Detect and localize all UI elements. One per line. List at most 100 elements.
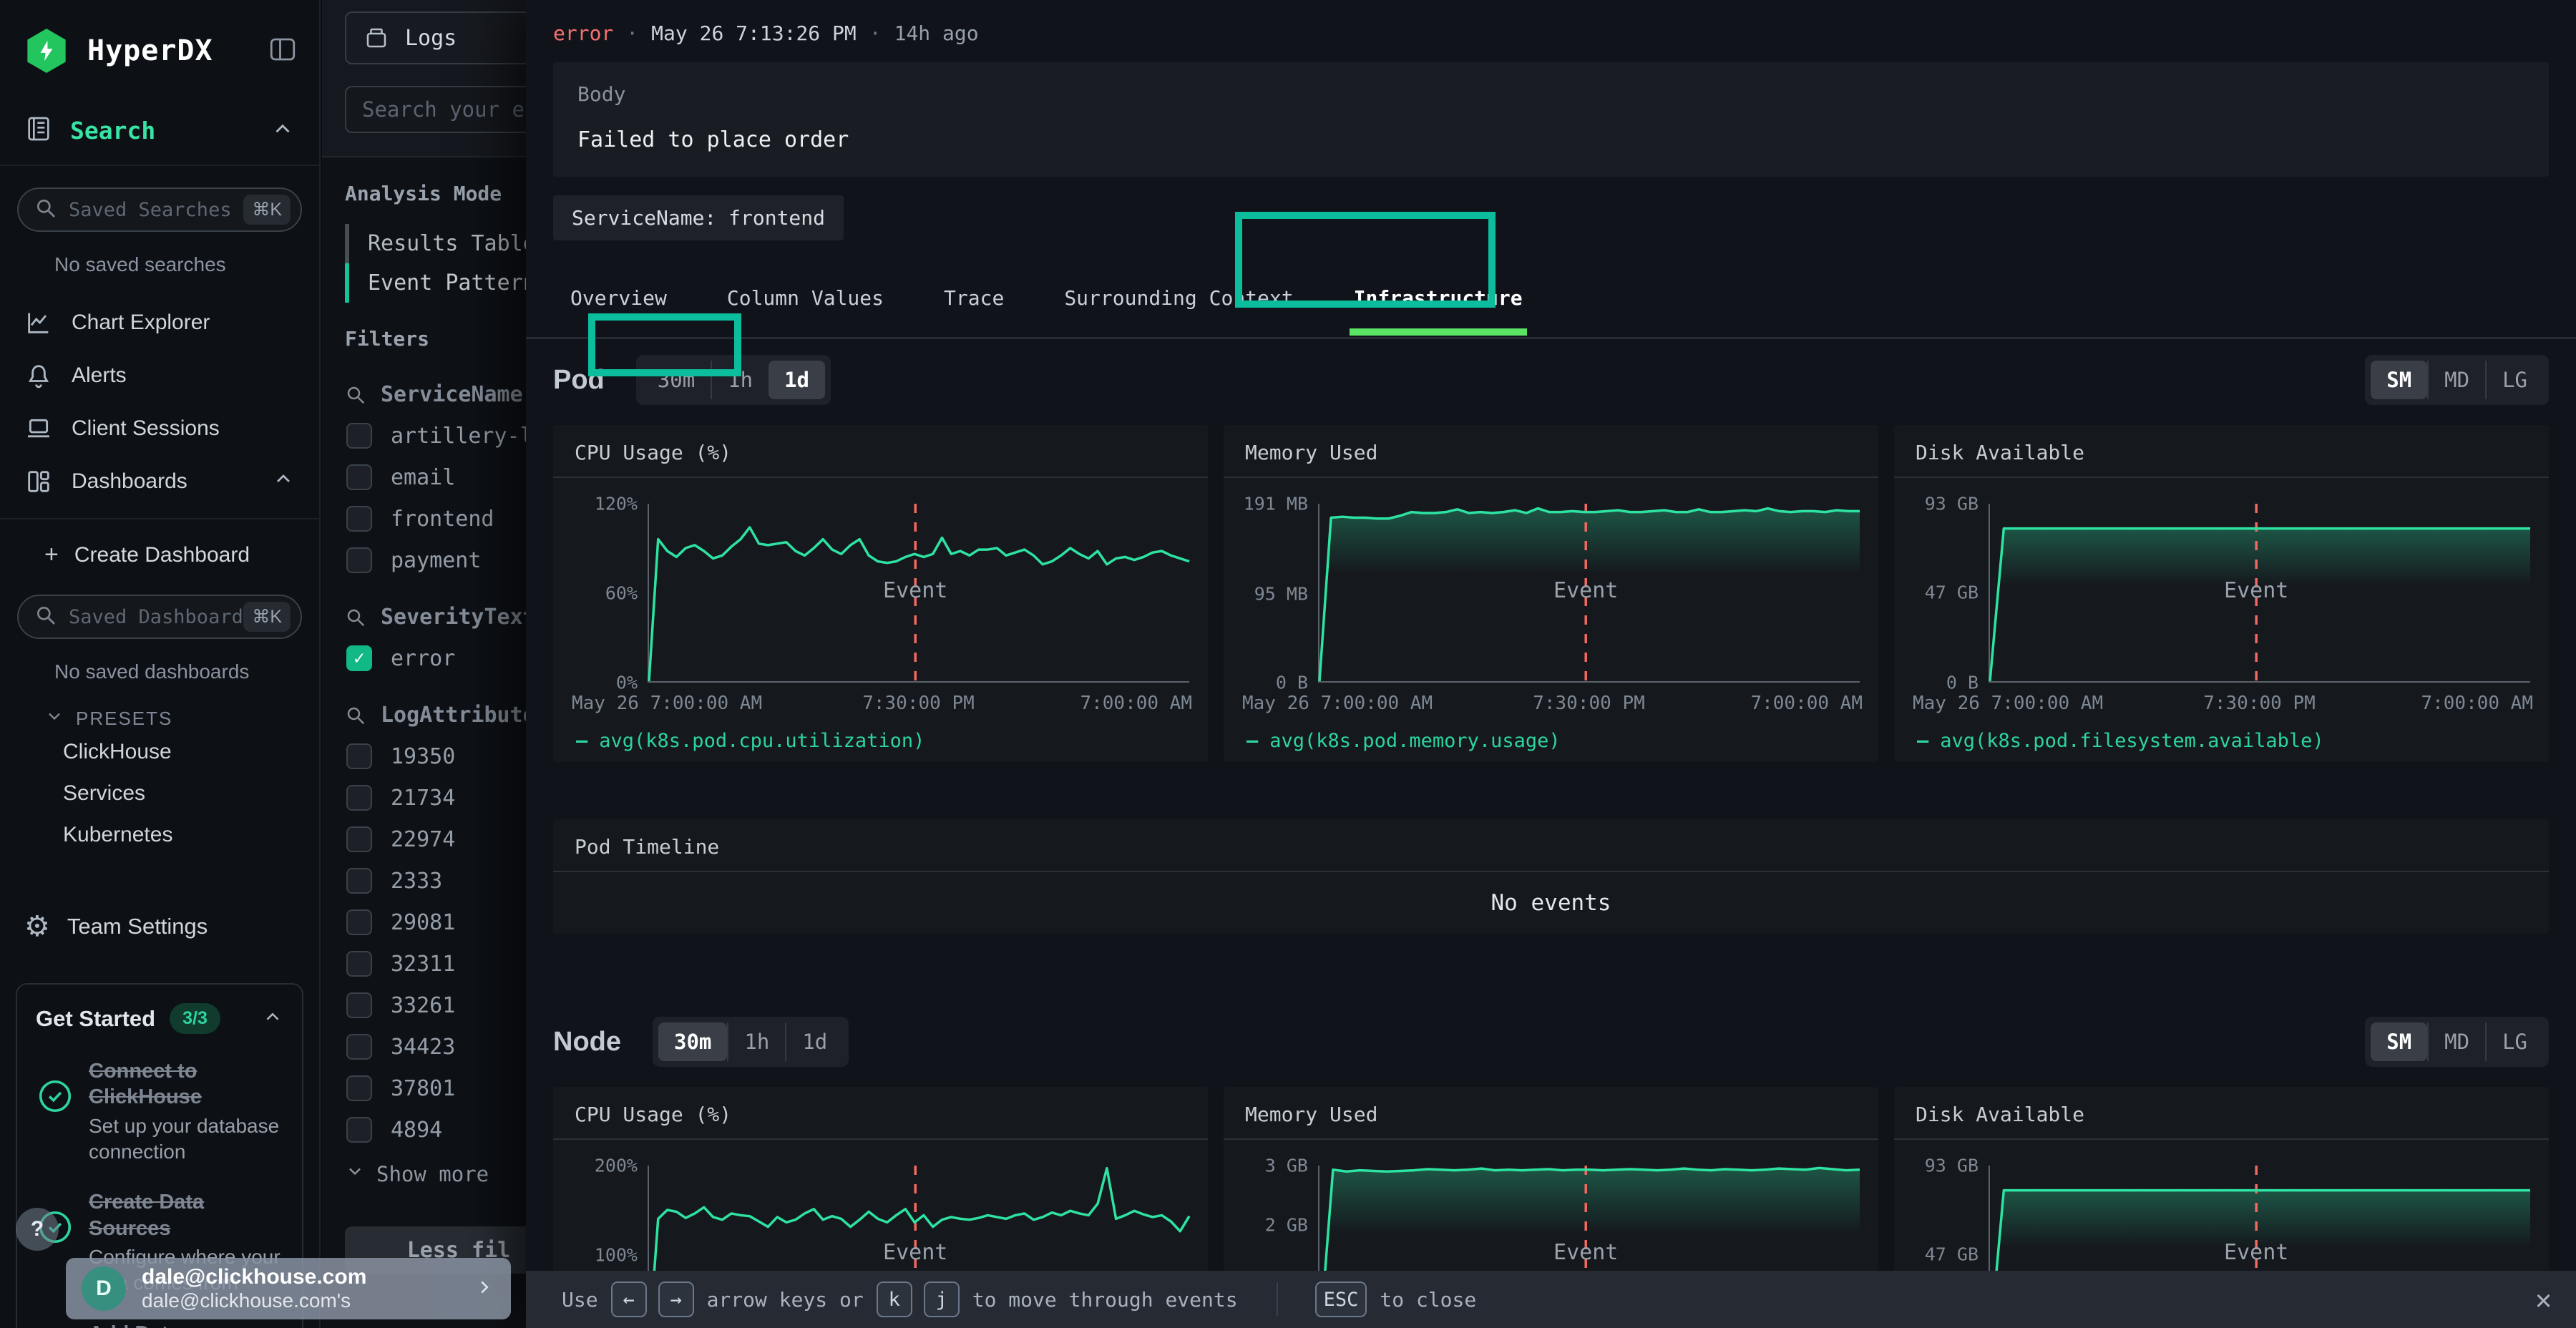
node-range-1d[interactable]: 1d	[785, 1022, 843, 1061]
pod-range-1d[interactable]: 1d	[769, 361, 825, 399]
node-size-sm[interactable]: SM	[2371, 1022, 2427, 1061]
sidebar-item-label: Alerts	[72, 363, 127, 388]
node-range-30m[interactable]: 30m	[658, 1022, 727, 1061]
checkbox-icon[interactable]	[346, 951, 372, 977]
get-started-progress-badge: 3/3	[170, 1003, 220, 1034]
sidebar-item-dashboards[interactable]: Dashboards	[0, 455, 319, 508]
sidebar-item-team-settings[interactable]: ⚙ Team Settings	[0, 856, 319, 943]
tab-overview[interactable]: Overview	[566, 265, 671, 331]
k-key: k	[877, 1281, 912, 1317]
preset-item-clickhouse[interactable]: ClickHouse	[0, 731, 319, 773]
checkbox-checked-icon[interactable]: ✓	[346, 645, 372, 671]
event-header: error · May 26 7:13:26 PM · 14h ago	[526, 0, 2576, 45]
checkbox-icon[interactable]	[346, 909, 372, 935]
pod-size-lg[interactable]: LG	[2485, 361, 2543, 399]
checkbox-icon[interactable]	[346, 785, 372, 811]
check-circle-icon	[36, 1077, 76, 1165]
tab-column-values[interactable]: Column Values	[723, 265, 888, 331]
checkbox-icon[interactable]	[346, 826, 372, 852]
chevron-up-icon[interactable]	[270, 117, 295, 144]
sidebar-item-chart-explorer[interactable]: Chart Explorer	[0, 296, 319, 349]
gear-icon: ⚙	[24, 910, 50, 943]
get-started-item[interactable]: Connect to ClickHouseSet up your databas…	[36, 1058, 283, 1165]
checkbox-icon[interactable]	[346, 743, 372, 769]
pod-range-30m[interactable]: 30m	[642, 361, 711, 399]
checkbox-icon[interactable]	[346, 506, 372, 532]
tab-surrounding-context[interactable]: Surrounding Context	[1060, 265, 1297, 331]
pod-cpu-chart-card: CPU Usage (%)120%60%0%EventMay 26 7:00:0…	[553, 425, 1208, 762]
sidebar-item-search[interactable]: Search	[0, 73, 319, 166]
presets-list: ClickHouseServicesKubernetes	[0, 731, 319, 856]
get-started-item-desc: Set up your database connection	[89, 1113, 283, 1166]
node-size-md[interactable]: MD	[2427, 1022, 2485, 1061]
cmd-k-shortcut: ⌘K	[243, 195, 291, 225]
preset-item-kubernetes[interactable]: Kubernetes	[0, 814, 319, 856]
filter-option-label: 33261	[391, 993, 455, 1018]
chart-legend: —avg(k8s.pod.filesystem.available)	[1917, 730, 2549, 752]
checkbox-icon[interactable]	[346, 1034, 372, 1060]
checkbox-icon[interactable]	[346, 1075, 372, 1101]
y-axis-tick: 100%	[595, 1245, 638, 1266]
checkbox-icon[interactable]	[346, 423, 372, 449]
arrow-left-key: ←	[611, 1281, 647, 1317]
user-team: dale@clickhouse.com's	[142, 1289, 474, 1312]
user-account-chip[interactable]: D dale@clickhouse.com dale@clickhouse.co…	[66, 1258, 511, 1319]
x-axis-tick: 7:00:00 AM	[2421, 693, 2533, 714]
create-dashboard-button[interactable]: + Create Dashboard	[0, 519, 319, 573]
node-size-lg[interactable]: LG	[2485, 1022, 2543, 1061]
get-started-header[interactable]: Get Started 3/3	[36, 1003, 283, 1034]
event-relative-time: 14h ago	[894, 21, 979, 45]
pod-range-1h[interactable]: 1h	[711, 361, 769, 399]
node-range-1h[interactable]: 1h	[727, 1022, 785, 1061]
saved-dashboards-input[interactable]: Saved Dashboards ⌘K	[17, 595, 302, 639]
checkbox-icon[interactable]	[346, 464, 372, 490]
separator-dot: ·	[626, 21, 638, 45]
show-more-label: Show more	[376, 1162, 489, 1186]
presets-toggle[interactable]: PRESETS	[0, 688, 319, 731]
hyperdx-logo-icon	[24, 29, 69, 73]
tab-trace[interactable]: Trace	[940, 265, 1008, 331]
get-started-item-text: Add DataStart sending logs, metrics, or …	[89, 1321, 283, 1328]
checkbox-icon[interactable]	[346, 868, 372, 894]
search-section-label: Search	[70, 117, 155, 145]
tab-infrastructure[interactable]: Infrastructure	[1350, 265, 1527, 331]
filter-group-name: LogAttributes	[381, 703, 549, 728]
y-axis-tick: 93 GB	[1925, 494, 1979, 514]
filter-option-label: 19350	[391, 744, 455, 769]
checkbox-icon[interactable]	[346, 1117, 372, 1143]
event-marker-label: Event	[883, 1240, 947, 1265]
chart-line-icon	[24, 308, 56, 337]
x-axis: May 26 7:00:00 AM7:30:00 PM7:00:00 AM	[648, 683, 1189, 716]
get-started-item[interactable]: Add DataStart sending logs, metrics, or …	[36, 1321, 283, 1328]
filter-option-label: 34423	[391, 1035, 455, 1060]
team-settings-label: Team Settings	[67, 914, 208, 939]
y-axis: 93 GB47 GB0 B	[1913, 504, 1989, 683]
chevron-up-icon[interactable]	[262, 1006, 283, 1031]
plot-row: 120%60%0%Event	[572, 504, 1189, 683]
sidebar-item-client-sessions[interactable]: Client Sessions	[0, 402, 319, 455]
pod-size-md[interactable]: MD	[2427, 361, 2485, 399]
sidebar-item-alerts[interactable]: Alerts	[0, 349, 319, 402]
service-name-chip[interactable]: ServiceName: frontend	[553, 195, 844, 240]
help-button[interactable]: ?	[16, 1208, 59, 1251]
collapse-sidebar-icon[interactable]	[268, 34, 298, 67]
filter-option-label: 2333	[391, 869, 442, 894]
arrow-right-key: →	[658, 1281, 694, 1317]
legend-label: avg(k8s.pod.memory.usage)	[1269, 730, 1560, 752]
checkbox-icon[interactable]	[346, 992, 372, 1018]
y-axis-tick: 3 GB	[1265, 1156, 1308, 1176]
sidebar-item-label: Dashboards	[72, 469, 187, 494]
close-icon[interactable]: ✕	[2535, 1284, 2552, 1315]
pod-size-sm[interactable]: SM	[2371, 361, 2427, 399]
severity-badge: error	[553, 21, 613, 45]
chevron-up-icon[interactable]	[272, 467, 295, 496]
preset-item-services[interactable]: Services	[0, 773, 319, 814]
x-axis-tick: 7:00:00 AM	[1750, 693, 1863, 714]
checkbox-icon[interactable]	[346, 547, 372, 573]
logs-source-icon	[364, 25, 389, 51]
saved-searches-input[interactable]: Saved Searches ⌘K	[17, 187, 302, 232]
filter-option-label: 4894	[391, 1118, 442, 1143]
y-axis-tick: 2 GB	[1265, 1215, 1308, 1236]
filter-option-label: 22974	[391, 827, 455, 852]
detail-tabs: Overview Column Values Trace Surrounding Co…	[526, 259, 2576, 339]
